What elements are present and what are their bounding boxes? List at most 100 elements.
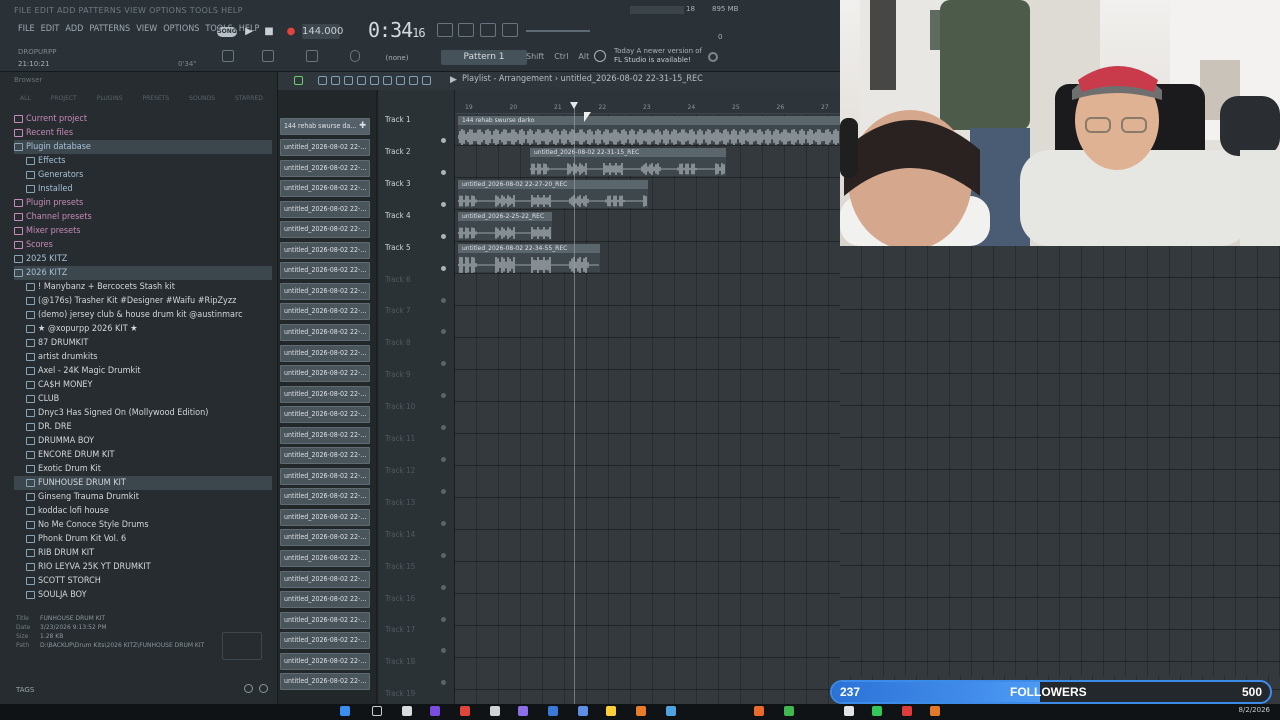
menu-file[interactable]: FILE <box>18 24 35 34</box>
song-mode-toggle[interactable]: SONG <box>217 27 237 37</box>
clip-source-button[interactable]: untitled_2026-08-02 22-... <box>280 282 370 300</box>
clip-source-button[interactable]: untitled_2026-08-02 22-... <box>280 673 370 691</box>
track-name[interactable]: Track 2 <box>385 147 411 156</box>
browser-item[interactable]: Exotic Drum Kit <box>14 462 272 476</box>
browser-item[interactable]: Scores <box>14 238 272 252</box>
track-mute-toggle[interactable] <box>441 201 446 207</box>
playhead-marker[interactable] <box>570 102 578 109</box>
task-view-icon[interactable] <box>402 706 412 716</box>
track-name[interactable]: Track 11 <box>385 434 415 443</box>
wait-input-icon[interactable] <box>502 23 518 37</box>
track-name[interactable]: Track 10 <box>385 402 415 411</box>
browser-item[interactable]: SCOTT STORCH <box>14 574 272 588</box>
taskbar-app-7-icon[interactable] <box>606 706 616 716</box>
clip-source-button[interactable]: untitled_2026-08-02 22-... <box>280 406 370 424</box>
clip-source-button[interactable]: untitled_2026-08-02 22-... <box>280 323 370 341</box>
track-name[interactable]: Track 3 <box>385 179 411 188</box>
clip-source-button[interactable]: untitled_2026-08-02 22-... <box>280 180 370 198</box>
taskbar-app-9-icon[interactable] <box>666 706 676 716</box>
track-name[interactable]: Track 6 <box>385 275 411 284</box>
taskbar-app-1-icon[interactable] <box>430 706 440 716</box>
browser-item[interactable]: RIO LEYVA 25K YT DRUMKIT <box>14 560 272 574</box>
menu-view[interactable]: VIEW <box>136 24 157 34</box>
clip-source-button[interactable]: untitled_2026-08-02 22-... <box>280 159 370 177</box>
playlist-icon[interactable] <box>222 50 234 62</box>
clip-source-button[interactable]: untitled_2026-08-02 22-... <box>280 467 370 485</box>
track-name[interactable]: Track 19 <box>385 689 415 698</box>
tab-plugins[interactable]: PLUGINS <box>97 95 123 102</box>
menu-options[interactable]: OPTIONS <box>163 24 199 34</box>
track-mute-toggle[interactable] <box>441 616 446 622</box>
track-mute-toggle[interactable] <box>441 488 446 494</box>
track-mute-toggle[interactable] <box>441 393 446 399</box>
news-panel[interactable]: Today A newer version of FL Studio is av… <box>614 47 702 65</box>
add-clip-icon[interactable]: ✚ <box>359 119 366 134</box>
browser-item[interactable]: Generators <box>14 168 272 182</box>
clip-source-button[interactable]: 144 rehab swurse da... ✚ <box>280 118 370 135</box>
tab-all[interactable]: ALL <box>20 95 31 102</box>
menu-edit[interactable]: EDIT <box>41 24 60 34</box>
taskbar-app-13-icon[interactable] <box>872 706 882 716</box>
clip-source-button[interactable]: untitled_2026-08-02 22-... <box>280 550 370 567</box>
track-mute-toggle[interactable] <box>441 425 446 431</box>
browser-item[interactable]: Effects <box>14 154 272 168</box>
taskbar-app-15-icon[interactable] <box>930 706 940 716</box>
browser-item[interactable]: Phonk Drum Kit Vol. 6 <box>14 532 272 546</box>
playhead[interactable] <box>574 104 575 704</box>
track-name[interactable]: Track 18 <box>385 657 415 666</box>
track-name[interactable]: Track 12 <box>385 466 415 475</box>
stop-icon[interactable]: ■ <box>262 26 276 38</box>
tempo-display[interactable]: 144.000 <box>302 24 343 39</box>
browser-item[interactable]: Channel presets <box>14 210 272 224</box>
playback-tool-icon[interactable] <box>422 76 431 85</box>
browser-item[interactable]: 2026 KITZ <box>14 266 272 280</box>
slip-tool-icon[interactable] <box>370 76 379 85</box>
browser-item[interactable]: Plugin database <box>14 140 272 154</box>
track-name[interactable]: Track 5 <box>385 243 411 252</box>
track-name[interactable]: Track 17 <box>385 625 415 634</box>
browser-item[interactable]: ENCORE DRUM KIT <box>14 448 272 462</box>
clip-source-button[interactable]: untitled_2026-08-02 22-... <box>280 652 370 670</box>
browser-item[interactable]: CLUB <box>14 392 272 406</box>
browser-item[interactable]: Axel - 24K Magic Drumkit <box>14 364 272 378</box>
online-news-icon[interactable] <box>594 50 606 62</box>
pattern-mode-icon[interactable] <box>437 23 453 37</box>
browser-item[interactable]: ★ @xopurpp 2026 KIT ★ <box>14 322 272 336</box>
track-mute-toggle[interactable] <box>441 138 446 143</box>
alt-key[interactable]: Alt <box>578 52 589 61</box>
track-name[interactable]: Track 9 <box>385 370 411 379</box>
taskbar-app-6-icon[interactable] <box>578 706 588 716</box>
playlist-arrow-icon[interactable]: ▶ <box>450 76 459 85</box>
browser-item[interactable]: Dnyc3 Has Signed On (Mollywood Edition) <box>14 406 272 420</box>
browser-item[interactable]: Mixer presets <box>14 224 272 238</box>
mute-tool-icon[interactable] <box>357 76 366 85</box>
draw-tool-icon[interactable] <box>318 76 327 85</box>
browser-item[interactable]: Plugin presets <box>14 196 272 210</box>
clip-source-button[interactable]: untitled_2026-08-02 22-... <box>280 570 370 588</box>
settings-gear-icon[interactable] <box>708 52 718 62</box>
clip-source-button[interactable]: untitled_2026-08-02 22-... <box>280 447 370 465</box>
track-name[interactable]: Track 15 <box>385 562 415 571</box>
track-mute-toggle[interactable] <box>441 169 446 175</box>
browser-item[interactable]: RIB DRUM KIT <box>14 546 272 560</box>
audio-clip[interactable]: untitled_2026-08-02 22-31-15_REC <box>530 148 726 176</box>
browser-item[interactable]: Installed <box>14 182 272 196</box>
clip-source-button[interactable]: untitled_2026-08-02 22-... <box>280 262 370 280</box>
browser-item[interactable]: Current project <box>14 112 272 126</box>
track-mute-toggle[interactable] <box>441 265 446 271</box>
track-name[interactable]: Track 7 <box>385 306 411 315</box>
delete-tool-icon[interactable] <box>344 76 353 85</box>
taskbar-app-10-icon[interactable] <box>754 706 764 716</box>
taskbar-app-11-icon[interactable] <box>784 706 794 716</box>
mixer-icon[interactable] <box>262 50 274 62</box>
clip-source-button[interactable]: untitled_2026-08-02 22-... <box>280 591 370 609</box>
browser-item[interactable]: SOULJA BOY <box>14 588 272 602</box>
taskbar-search-icon[interactable] <box>372 706 382 716</box>
taskbar-app-8-icon[interactable] <box>636 706 646 716</box>
slice-tool-icon[interactable] <box>383 76 392 85</box>
zoom-tool-icon[interactable] <box>409 76 418 85</box>
taskbar-app-5-icon[interactable] <box>548 706 558 716</box>
playlist-grid-extension[interactable] <box>840 246 1280 676</box>
browser-item[interactable]: koddac lofi house <box>14 504 272 518</box>
track-mute-toggle[interactable] <box>441 552 446 558</box>
